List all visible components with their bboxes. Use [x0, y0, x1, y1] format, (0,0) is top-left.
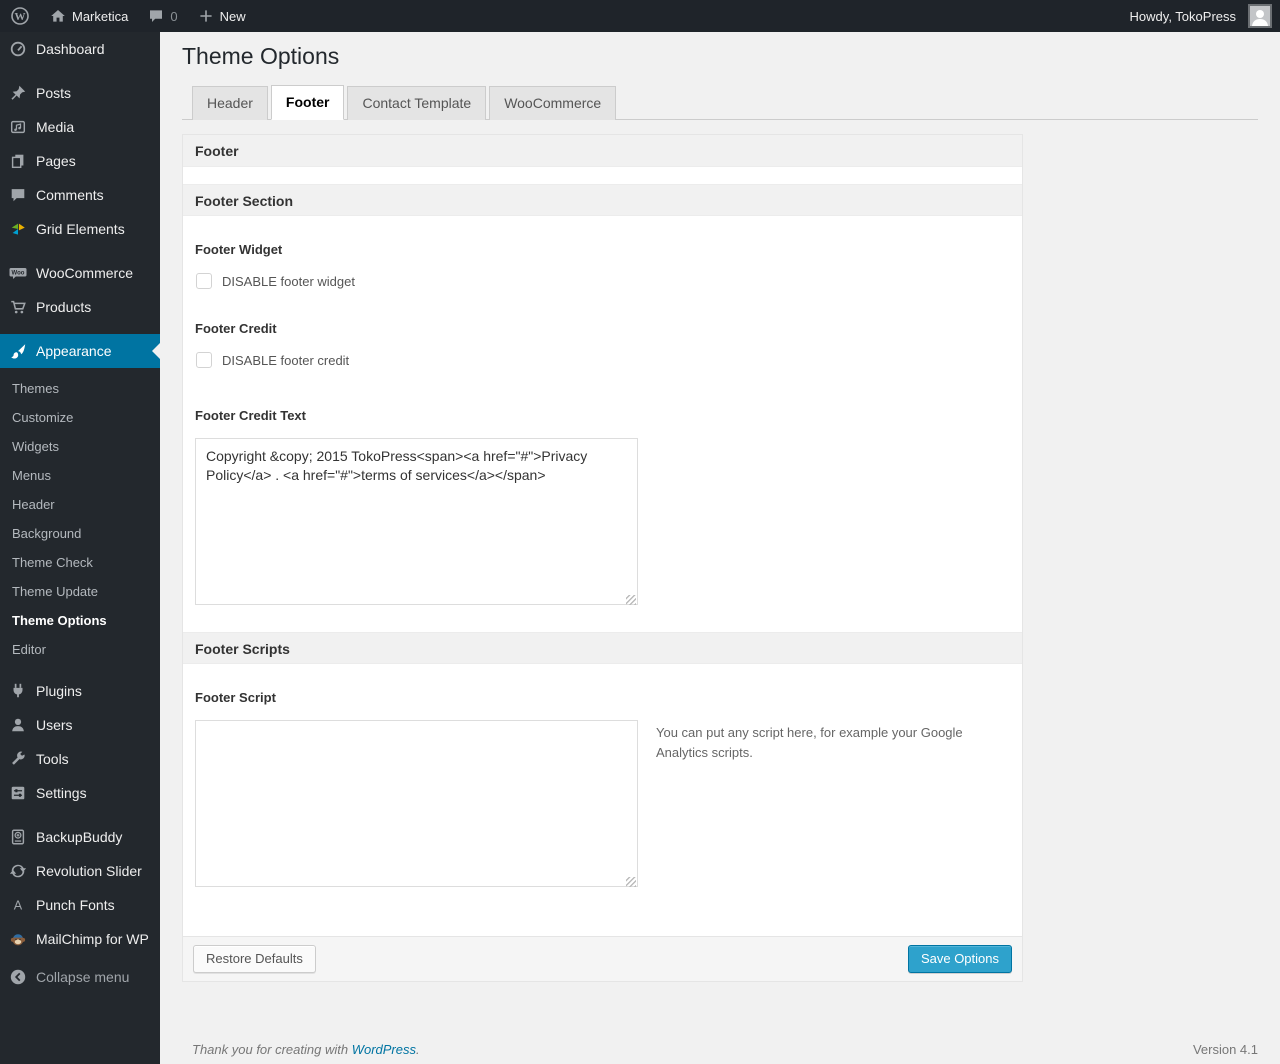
restore-defaults-button[interactable]: Restore Defaults	[193, 945, 316, 973]
submenu-themes[interactable]: Themes	[0, 374, 160, 403]
footer-credit-text-textarea[interactable]: Copyright &copy; 2015 TokoPress<span><a …	[195, 438, 638, 605]
theme-options-panel: Footer Footer Section Footer Widget DISA…	[182, 134, 1023, 982]
version-label: Version 4.1	[1192, 1042, 1258, 1057]
submenu-theme-check[interactable]: Theme Check	[0, 548, 160, 577]
tab-woocommerce[interactable]: WooCommerce	[489, 86, 617, 120]
footer-script-textarea[interactable]	[195, 720, 638, 887]
submenu-menus[interactable]: Menus	[0, 461, 160, 490]
submenu-theme-options[interactable]: Theme Options	[0, 606, 160, 635]
cart-icon	[8, 297, 28, 317]
footer-script-label: Footer Script	[195, 690, 276, 705]
sidebar-item-posts[interactable]: Posts	[0, 76, 160, 110]
sidebar-item-users[interactable]: Users	[0, 708, 160, 742]
sidebar-item-revolution-slider[interactable]: Revolution Slider	[0, 854, 160, 888]
submenu-theme-update[interactable]: Theme Update	[0, 577, 160, 606]
footer-scripts-body: Footer Script You can put any script her…	[183, 664, 1022, 936]
footer-scripts-header: Footer Scripts	[183, 632, 1022, 664]
sidebar-item-appearance[interactable]: Appearance	[0, 334, 160, 368]
user-icon	[8, 715, 28, 735]
submenu-background[interactable]: Background	[0, 519, 160, 548]
comment-bubble-icon	[148, 8, 164, 24]
wordpress-logo-icon: W	[10, 6, 30, 26]
save-options-button[interactable]: Save Options	[907, 945, 1012, 973]
footer-section-body: Footer Widget DISABLE footer widget Foot…	[183, 216, 1022, 632]
sidebar-item-pages[interactable]: Pages	[0, 144, 160, 178]
sidebar-item-mailchimp[interactable]: MailChimp for WP	[0, 922, 160, 956]
nav-tabs: Header Footer Contact Template WooCommer…	[182, 85, 1258, 120]
wrench-icon	[8, 749, 28, 769]
footer-credit-text-label: Footer Credit Text	[195, 408, 306, 423]
plus-icon	[198, 8, 214, 24]
appearance-brush-icon	[8, 341, 28, 361]
sidebar-item-settings[interactable]: Settings	[0, 776, 160, 810]
plugin-icon	[8, 681, 28, 701]
sidebar-item-grid-elements[interactable]: Grid Elements	[0, 212, 160, 246]
letter-a-icon: A	[8, 895, 28, 915]
site-name-menu[interactable]: Marketica	[40, 0, 138, 32]
avatar[interactable]	[1248, 4, 1272, 28]
disable-footer-widget-checkbox[interactable]	[196, 273, 212, 289]
disable-footer-credit-checkbox[interactable]	[196, 352, 212, 368]
panel-actions-bar: Restore Defaults Save Options	[183, 936, 1022, 981]
collapse-arrow-icon	[8, 967, 28, 987]
wordpress-logo-menu[interactable]: W	[0, 0, 40, 32]
svg-text:A: A	[14, 899, 23, 913]
thanks-text: Thank you for creating with WordPress.	[192, 1042, 420, 1057]
backup-drive-icon	[8, 827, 28, 847]
comments-count: 0	[170, 8, 178, 24]
submenu-widgets[interactable]: Widgets	[0, 432, 160, 461]
sidebar-item-comments[interactable]: Comments	[0, 178, 160, 212]
comments-icon	[8, 185, 28, 205]
howdy-label: Howdy, TokoPress	[1129, 8, 1236, 24]
appearance-submenu: Themes Customize Widgets Menus Header Ba…	[0, 368, 160, 674]
tab-footer[interactable]: Footer	[270, 85, 345, 120]
tab-header[interactable]: Header	[192, 86, 268, 120]
home-icon	[50, 8, 66, 24]
dashboard-gauge-icon	[8, 39, 28, 59]
admin-sidebar: Dashboard Posts Media Pages Comments Gri…	[0, 32, 160, 1064]
sidebar-item-punch-fonts[interactable]: A Punch Fonts	[0, 888, 160, 922]
svg-text:Woo: Woo	[12, 271, 25, 277]
sidebar-item-woocommerce[interactable]: Woo WooCommerce	[0, 256, 160, 290]
tab-contact-template[interactable]: Contact Template	[347, 86, 487, 120]
svg-text:W: W	[15, 11, 26, 23]
admin-bar: W Marketica 0 New Howdy, TokoPress	[0, 0, 1280, 32]
sidebar-item-tools[interactable]: Tools	[0, 742, 160, 776]
disable-footer-credit-label: DISABLE footer credit	[222, 352, 350, 368]
mailchimp-monkey-icon	[8, 929, 28, 949]
grid-elements-icon	[8, 219, 28, 239]
sidebar-item-plugins[interactable]: Plugins	[0, 674, 160, 708]
footer-credit-label: Footer Credit	[195, 321, 277, 336]
settings-sliders-icon	[8, 783, 28, 803]
main-content: Theme Options Header Footer Contact Temp…	[160, 0, 1280, 1064]
footer-section-header: Footer Section	[183, 184, 1022, 216]
woocommerce-badge-icon: Woo	[8, 263, 28, 283]
sidebar-item-products[interactable]: Products	[0, 290, 160, 324]
panel-header: Footer	[183, 135, 1022, 167]
submenu-header[interactable]: Header	[0, 490, 160, 519]
site-name-label: Marketica	[72, 8, 129, 24]
footer-script-hint: You can put any script here, for example…	[656, 725, 963, 760]
refresh-cycle-icon	[8, 861, 28, 881]
footer-widget-label: Footer Widget	[195, 242, 283, 257]
new-content-menu[interactable]: New	[188, 0, 256, 32]
sidebar-item-dashboard[interactable]: Dashboard	[0, 32, 160, 66]
sidebar-item-collapse-menu[interactable]: Collapse menu	[0, 960, 160, 994]
submenu-editor[interactable]: Editor	[0, 635, 160, 664]
wordpress-link[interactable]: WordPress	[352, 1042, 416, 1057]
new-label: New	[219, 8, 246, 24]
pages-icon	[8, 151, 28, 171]
disable-footer-widget-label: DISABLE footer widget	[222, 273, 355, 289]
sidebar-item-backupbuddy[interactable]: BackupBuddy	[0, 820, 160, 854]
comments-menu[interactable]: 0	[138, 0, 187, 32]
submenu-customize[interactable]: Customize	[0, 403, 160, 432]
sidebar-item-media[interactable]: Media	[0, 110, 160, 144]
my-account-menu[interactable]: Howdy, TokoPress	[1120, 0, 1240, 32]
media-icon	[8, 117, 28, 137]
page-title: Theme Options	[182, 43, 340, 69]
pushpin-icon	[8, 83, 28, 103]
page-footer: Thank you for creating with WordPress. V…	[182, 1042, 1258, 1064]
